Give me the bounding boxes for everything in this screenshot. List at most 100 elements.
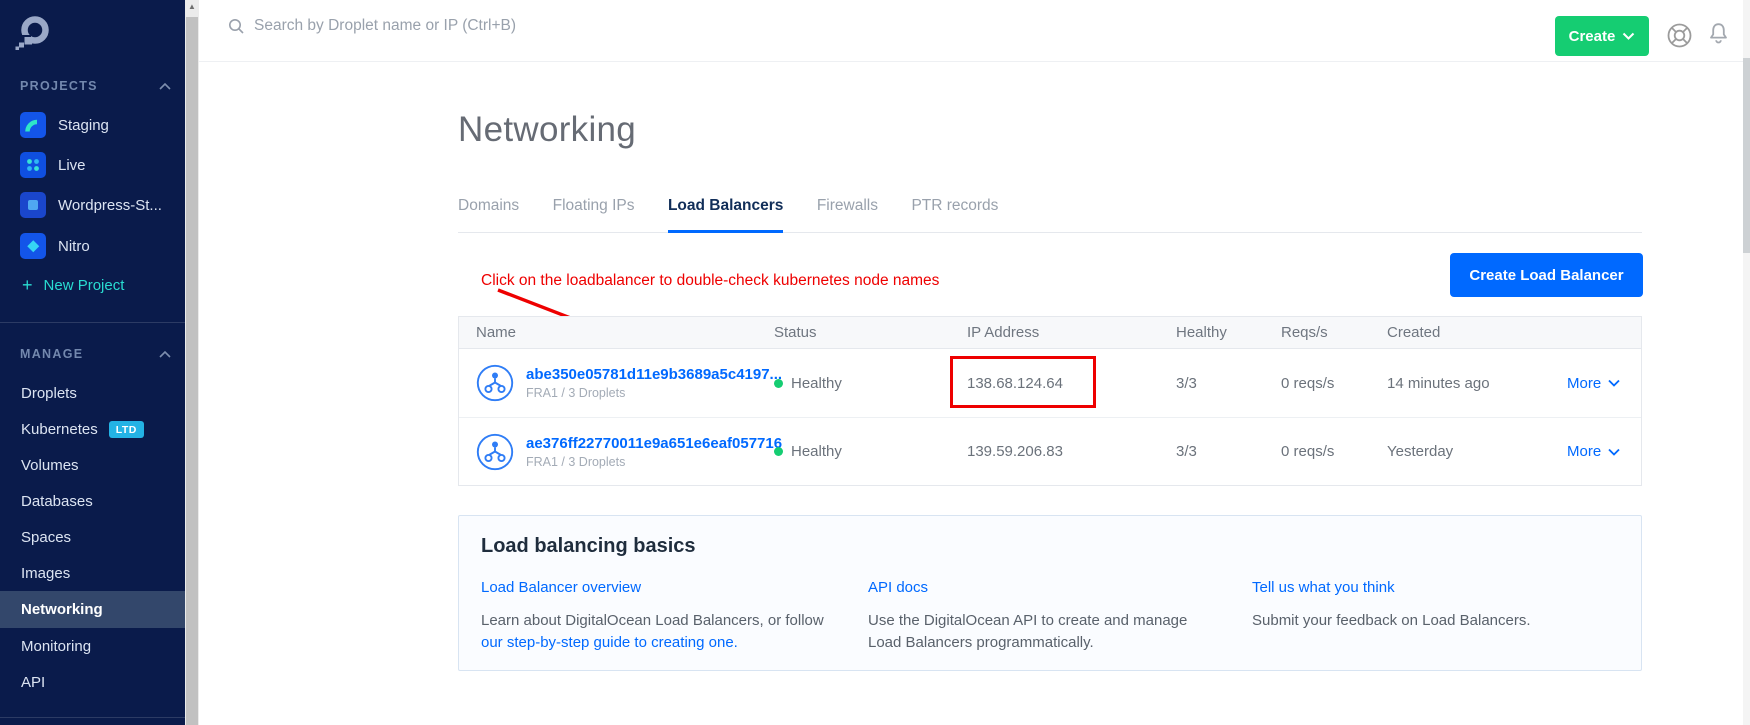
table-row[interactable]: ae376ff22770011e9a651e6eaf057716 FRA1 / … — [459, 417, 1641, 485]
project-live-icon — [20, 152, 46, 178]
sidebar-item-images[interactable]: Images — [0, 555, 185, 591]
step-by-step-guide-link[interactable]: our step-by-step guide to creating one. — [481, 634, 738, 651]
notifications-bell-icon[interactable] — [1705, 20, 1732, 52]
page-scrollbar[interactable] — [1743, 0, 1750, 725]
ip-address: 139.59.206.83 — [967, 443, 1176, 460]
ltd-badge: LTD — [109, 421, 144, 438]
column-header-reqs: Reqs/s — [1281, 324, 1387, 341]
load-balancing-basics-card: Load balancing basics Load Balancer over… — [458, 515, 1642, 671]
column-header-healthy: Healthy — [1176, 324, 1281, 341]
networking-tabs: Domains Floating IPs Load Balancers Fire… — [458, 197, 1642, 233]
tab-domains[interactable]: Domains — [458, 197, 519, 230]
table-header-row: Name Status IP Address Healthy Reqs/s Cr… — [459, 317, 1641, 349]
basics-text: Submit your feedback on Load Balancers. — [1252, 610, 1602, 632]
healthy-status-dot — [774, 379, 783, 388]
basics-text: Learn about DigitalOcean Load Balancers,… — [481, 612, 824, 629]
sidebar-item-kubernetes[interactable]: Kubernetes LTD — [0, 411, 185, 447]
create-button[interactable]: Create — [1555, 16, 1649, 56]
sidebar-item-nitro[interactable]: Nitro — [0, 226, 185, 266]
status-text: Healthy — [791, 443, 842, 460]
search-icon — [228, 18, 245, 35]
tab-ptr-records[interactable]: PTR records — [911, 197, 998, 230]
requests-per-second: 0 reqs/s — [1281, 443, 1387, 460]
status-text: Healthy — [791, 375, 842, 392]
topbar: Create — [199, 0, 1743, 62]
sidebar: PROJECTS Staging Live Wordpress-St... — [0, 0, 185, 725]
column-header-ip: IP Address — [967, 324, 1176, 341]
red-annotation-text: Click on the loadbalancer to double-chec… — [481, 272, 939, 290]
basics-column-overview: Load Balancer overview Learn about Digit… — [481, 579, 868, 654]
help-lifebuoy-icon[interactable] — [1665, 21, 1694, 55]
load-balancer-subtitle: FRA1 / 3 Droplets — [526, 455, 782, 469]
sidebar-divider — [0, 717, 185, 718]
project-wordpress-icon — [20, 192, 46, 218]
load-balancer-overview-link[interactable]: Load Balancer overview — [481, 579, 641, 596]
page-title: Networking — [458, 110, 636, 150]
chevron-down-icon — [1622, 32, 1635, 40]
create-load-balancer-button[interactable]: Create Load Balancer — [1450, 253, 1643, 297]
sidebar-item-label: Wordpress-St... — [58, 197, 162, 214]
sidebar-item-staging[interactable]: Staging — [0, 105, 185, 145]
sidebar-item-label: Live — [58, 157, 86, 174]
sidebar-item-volumes[interactable]: Volumes — [0, 447, 185, 483]
plus-icon: + — [22, 275, 33, 296]
scrollbar-up-arrow-icon[interactable]: ▲ — [185, 2, 199, 11]
manage-section-header[interactable]: MANAGE — [20, 344, 171, 364]
project-staging-icon — [20, 112, 46, 138]
load-balancer-name-link[interactable]: abe350e05781d11e9b3689a5c4197... — [526, 366, 782, 383]
sidebar-item-droplets[interactable]: Droplets — [0, 375, 185, 411]
feedback-link[interactable]: Tell us what you think — [1252, 579, 1395, 596]
healthy-status-dot — [774, 447, 783, 456]
sidebar-scrollbar[interactable]: ▲ — [185, 0, 199, 725]
column-header-status: Status — [774, 324, 967, 341]
more-dropdown-button[interactable]: More — [1567, 375, 1641, 392]
digitalocean-logo-icon[interactable] — [15, 14, 53, 57]
load-balancer-icon — [476, 433, 514, 471]
load-balancer-icon — [476, 364, 514, 402]
sidebar-item-label: Staging — [58, 117, 109, 134]
sidebar-item-spaces[interactable]: Spaces — [0, 519, 185, 555]
ip-address: 138.68.124.64 — [967, 375, 1176, 392]
healthy-count: 3/3 — [1176, 375, 1281, 392]
sidebar-scrollbar-thumb[interactable] — [186, 17, 198, 725]
basics-text: Use the DigitalOcean API to create and m… — [868, 610, 1218, 654]
created-time: 14 minutes ago — [1387, 375, 1567, 392]
digitalocean-control-panel: PROJECTS Staging Live Wordpress-St... — [0, 0, 1750, 725]
tab-firewalls[interactable]: Firewalls — [817, 197, 878, 230]
chevron-up-icon — [159, 351, 171, 358]
more-dropdown-button[interactable]: More — [1567, 443, 1641, 460]
load-balancer-name-link[interactable]: ae376ff22770011e9a651e6eaf057716 — [526, 435, 782, 452]
column-header-created: Created — [1387, 324, 1567, 341]
column-header-name: Name — [476, 324, 774, 341]
sidebar-item-monitoring[interactable]: Monitoring — [0, 628, 185, 664]
global-search — [228, 17, 774, 35]
sidebar-item-databases[interactable]: Databases — [0, 483, 185, 519]
sidebar-item-label: Nitro — [58, 238, 90, 255]
load-balancer-subtitle: FRA1 / 3 Droplets — [526, 386, 782, 400]
chevron-up-icon — [159, 83, 171, 90]
requests-per-second: 0 reqs/s — [1281, 375, 1387, 392]
chevron-down-icon — [1608, 379, 1620, 387]
chevron-down-icon — [1608, 448, 1620, 456]
basics-title: Load balancing basics — [481, 535, 1619, 558]
basics-column-feedback: Tell us what you think Submit your feedb… — [1252, 579, 1619, 654]
page-scrollbar-thumb[interactable] — [1743, 58, 1750, 253]
manage-label: MANAGE — [20, 347, 83, 361]
sidebar-item-wordpress[interactable]: Wordpress-St... — [0, 185, 185, 225]
healthy-count: 3/3 — [1176, 443, 1281, 460]
basics-column-api: API docs Use the DigitalOcean API to cre… — [868, 579, 1252, 654]
created-time: Yesterday — [1387, 443, 1567, 460]
tab-floating-ips[interactable]: Floating IPs — [553, 197, 635, 230]
tab-load-balancers[interactable]: Load Balancers — [668, 197, 783, 233]
new-project-label: New Project — [44, 277, 125, 294]
table-row[interactable]: abe350e05781d11e9b3689a5c4197... FRA1 / … — [459, 349, 1641, 417]
search-input[interactable] — [254, 17, 774, 35]
sidebar-item-networking[interactable]: Networking — [0, 591, 185, 628]
new-project-button[interactable]: + New Project — [0, 266, 185, 304]
projects-label: PROJECTS — [20, 79, 98, 93]
sidebar-item-api[interactable]: API — [0, 664, 185, 700]
sidebar-item-live[interactable]: Live — [0, 145, 185, 185]
api-docs-link[interactable]: API docs — [868, 579, 928, 596]
project-nitro-icon — [20, 233, 46, 259]
projects-section-header[interactable]: PROJECTS — [20, 76, 171, 96]
